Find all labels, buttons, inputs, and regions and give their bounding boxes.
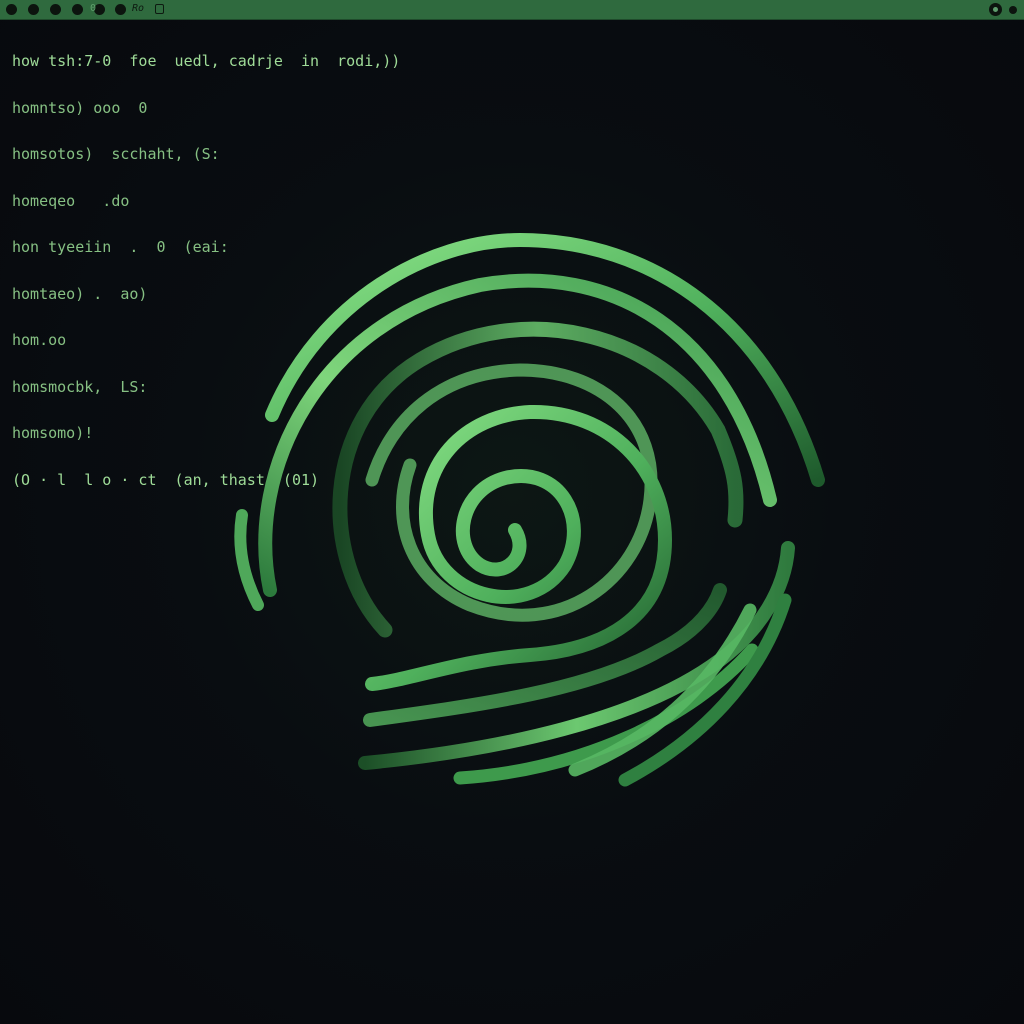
spiral-arc <box>365 363 658 622</box>
spiral-arc <box>234 509 264 611</box>
terminal-window: 0 Ro how tsh:7-0 foe uedl, cadrje in rod… <box>0 0 1024 1024</box>
green-spiral-logo-icon <box>234 232 825 787</box>
